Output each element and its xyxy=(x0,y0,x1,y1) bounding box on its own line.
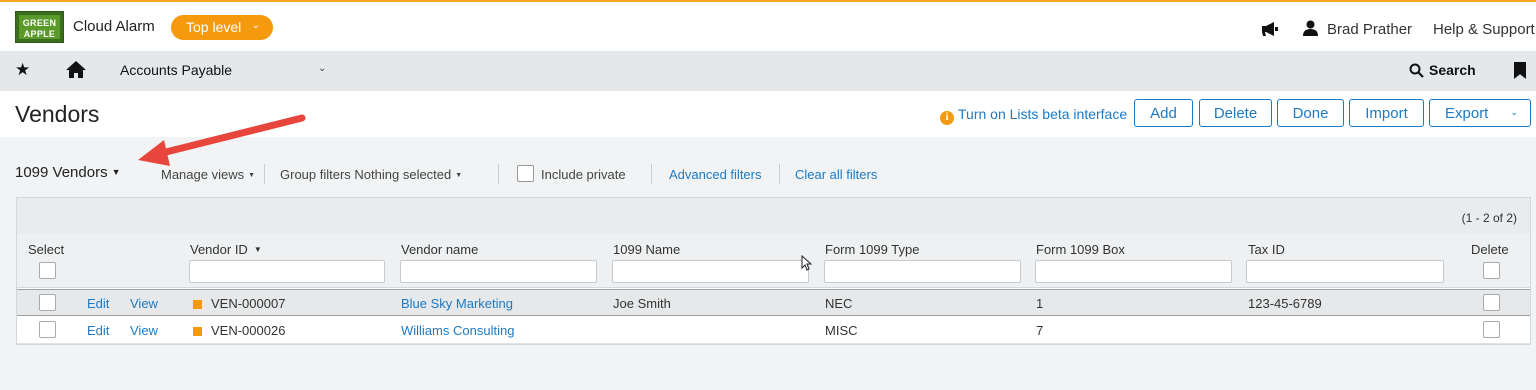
view-link[interactable]: View xyxy=(130,296,158,311)
caret-down-icon: ▼ xyxy=(455,172,463,179)
import-button[interactable]: Import xyxy=(1349,99,1424,127)
table-row: Edit View VEN-000007 Blue Sky Marketing … xyxy=(17,289,1530,316)
vendor-id-header-label: Vendor ID xyxy=(190,242,248,257)
row-select-checkbox[interactable] xyxy=(39,294,56,311)
status-indicator-icon xyxy=(193,300,202,309)
table-header: Select Vendor ID ▼ Vendor name 1099 Name … xyxy=(17,234,1530,288)
tax-id-cell: 123-45-6789 xyxy=(1248,296,1322,311)
megaphone-icon[interactable] xyxy=(1261,21,1279,37)
column-header-select: Select xyxy=(28,242,65,257)
module-nav-bar: ★ Accounts Payable ⌄ Search xyxy=(0,51,1536,91)
form-1099-box-cell: 1 xyxy=(1036,296,1044,311)
entity-level-dropdown[interactable]: Top level ⌄ xyxy=(171,15,273,40)
vendor-id-cell: VEN-000007 xyxy=(211,296,286,311)
row-delete-checkbox[interactable] xyxy=(1483,321,1500,338)
user-icon[interactable] xyxy=(1303,20,1318,36)
top-bar: GREEN APPLE Cloud Alarm Top level ⌄ Brad… xyxy=(0,0,1536,51)
vendor-name-link[interactable]: Blue Sky Marketing xyxy=(401,296,513,311)
search-label: Search xyxy=(1429,62,1476,78)
chevron-down-icon[interactable]: ⌄ xyxy=(318,63,326,74)
column-header-form-1099-box[interactable]: Form 1099 Box xyxy=(1036,242,1125,257)
export-button[interactable]: Export ⌄ xyxy=(1429,99,1531,127)
page-title: Vendors xyxy=(15,101,100,127)
column-header-vendor-id[interactable]: Vendor ID ▼ xyxy=(190,242,262,257)
user-menu[interactable]: Brad Prather xyxy=(1327,21,1412,38)
record-count: (1 - 2 of 2) xyxy=(1461,211,1517,225)
1099-name-cell: Joe Smith xyxy=(613,296,671,311)
sort-icon: ▼ xyxy=(253,245,262,254)
tax-id-filter-input[interactable] xyxy=(1246,260,1444,283)
vendor-id-filter-input[interactable] xyxy=(189,260,385,283)
entity-level-label: Top level xyxy=(186,19,242,35)
column-header-1099-name[interactable]: 1099 Name xyxy=(613,242,680,257)
column-header-delete: Delete xyxy=(1471,242,1509,257)
vendors-table: (1 - 2 of 2) Select Vendor ID ▼ Vendor na… xyxy=(16,197,1531,345)
caret-down-icon: ▼ xyxy=(111,167,121,177)
divider xyxy=(779,164,780,184)
bookmark-icon[interactable] xyxy=(1514,62,1526,79)
form-1099-type-cell: MISC xyxy=(825,323,858,338)
edit-link[interactable]: Edit xyxy=(87,296,109,311)
help-support-link[interactable]: Help & Support xyxy=(1433,21,1535,38)
form-1099-box-cell: 7 xyxy=(1036,323,1044,338)
export-label: Export xyxy=(1445,105,1489,122)
star-icon[interactable]: ★ xyxy=(15,61,30,78)
include-private-checkbox[interactable] xyxy=(517,165,534,182)
module-selector[interactable]: Accounts Payable xyxy=(120,62,232,78)
logo-text-line2: APPLE xyxy=(23,29,56,39)
beta-link-label: Turn on Lists beta interface xyxy=(958,106,1128,122)
column-header-form-1099-type[interactable]: Form 1099 Type xyxy=(825,242,919,257)
table-row: Edit View VEN-000026 Williams Consulting… xyxy=(17,317,1530,344)
select-all-checkbox[interactable] xyxy=(39,262,56,279)
search-icon xyxy=(1409,63,1424,78)
mouse-cursor-icon xyxy=(801,255,812,271)
info-icon: i xyxy=(940,111,954,125)
company-logo[interactable]: GREEN APPLE xyxy=(15,11,64,43)
vendor-name-filter-input[interactable] xyxy=(400,260,597,283)
clear-filters-link[interactable]: Clear all filters xyxy=(795,167,877,182)
delete-all-checkbox[interactable] xyxy=(1483,262,1500,279)
1099-name-filter-input[interactable] xyxy=(612,260,809,283)
form-1099-type-filter-input[interactable] xyxy=(824,260,1021,283)
edit-link[interactable]: Edit xyxy=(87,323,109,338)
form-1099-type-cell: NEC xyxy=(825,296,853,311)
include-private-label: Include private xyxy=(541,167,626,182)
view-selector[interactable]: 1099 Vendors ▼ xyxy=(15,164,121,181)
status-indicator-icon xyxy=(193,327,202,336)
done-button[interactable]: Done xyxy=(1277,99,1344,127)
vendor-id-cell: VEN-000026 xyxy=(211,323,286,338)
chevron-down-icon: ⌄ xyxy=(1510,107,1518,117)
row-select-checkbox[interactable] xyxy=(39,321,56,338)
form-1099-box-filter-input[interactable] xyxy=(1035,260,1232,283)
chevron-down-icon: ⌄ xyxy=(251,20,260,31)
advanced-filters-link[interactable]: Advanced filters xyxy=(669,167,762,182)
row-delete-checkbox[interactable] xyxy=(1483,294,1500,311)
company-name: Cloud Alarm xyxy=(73,18,155,35)
view-link[interactable]: View xyxy=(130,323,158,338)
view-name-label: 1099 Vendors xyxy=(15,164,108,181)
column-header-vendor-name[interactable]: Vendor name xyxy=(401,242,478,257)
beta-interface-link[interactable]: i Turn on Lists beta interface xyxy=(940,106,1127,125)
delete-button[interactable]: Delete xyxy=(1199,99,1272,127)
table-toolbar: (1 - 2 of 2) xyxy=(17,198,1530,234)
column-header-tax-id[interactable]: Tax ID xyxy=(1248,242,1285,257)
divider xyxy=(651,164,652,184)
divider xyxy=(498,164,499,184)
add-button[interactable]: Add xyxy=(1134,99,1193,127)
home-icon[interactable] xyxy=(65,60,87,79)
vendor-name-link[interactable]: Williams Consulting xyxy=(401,323,514,338)
annotation-arrow xyxy=(138,114,306,166)
caret-down-icon: ▼ xyxy=(248,172,256,179)
logo-text-line1: GREEN xyxy=(22,18,57,28)
